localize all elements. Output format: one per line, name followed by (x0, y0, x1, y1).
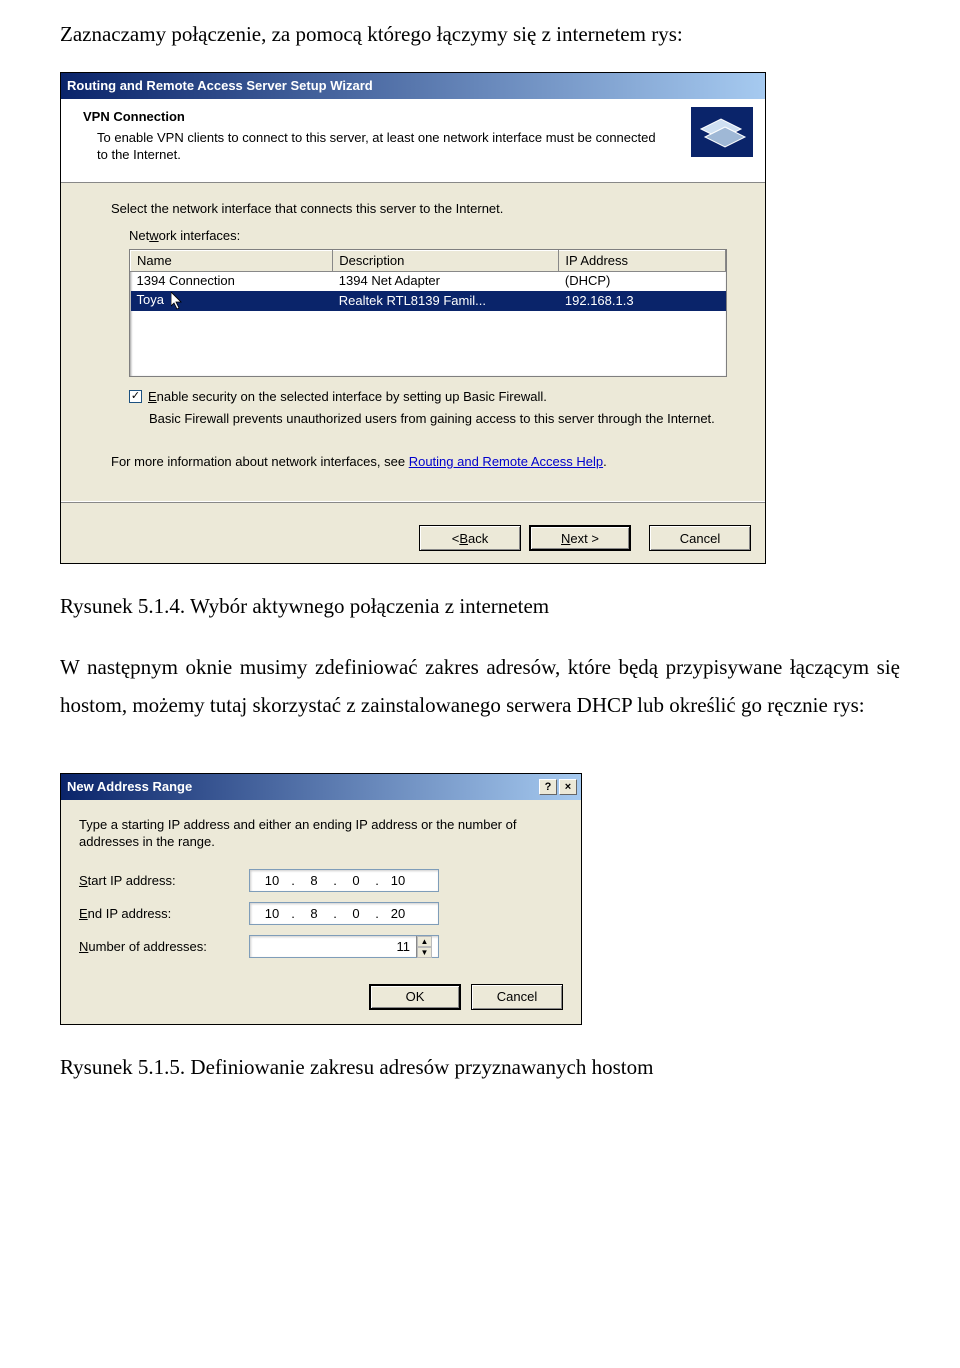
dialog-button-row: OK Cancel (79, 984, 563, 1010)
num-value: 11 (397, 939, 411, 954)
num-addresses-row: Number of addresses: 11 ▲ ▼ (79, 935, 563, 958)
s-accel: S (79, 873, 88, 888)
cb-accel: E (148, 389, 157, 404)
col-ip[interactable]: IP Address (559, 250, 726, 272)
more-info: For more information about network inter… (111, 454, 731, 471)
ip-octet[interactable]: 0 (338, 873, 374, 888)
b-post: ack (468, 531, 488, 546)
back-button[interactable]: < Back (419, 525, 521, 551)
wizard-title: Routing and Remote Access Server Setup W… (67, 78, 373, 93)
ip-octet[interactable]: 10 (254, 873, 290, 888)
wizard-window: Routing and Remote Access Server Setup W… (60, 72, 766, 564)
start-ip-row: Start IP address: 10. 8. 0. 10 (79, 869, 563, 892)
dialog-title: New Address Range (67, 779, 192, 794)
dialog-body: Type a starting IP address and either an… (61, 800, 581, 1024)
dialog-titlebar: New Address Range ? × (61, 774, 581, 800)
ip-octet[interactable]: 8 (296, 873, 332, 888)
ni-post: ork interfaces: (159, 228, 241, 243)
s-text: tart IP address: (88, 873, 176, 888)
e-accel: E (79, 906, 88, 921)
separator (61, 501, 765, 503)
wizard-titlebar: Routing and Remote Access Server Setup W… (61, 73, 765, 99)
table-row-selected[interactable]: Toya Realtek RTL8139 Famil... 192.168.1.… (131, 291, 726, 311)
cancel-button[interactable]: Cancel (471, 984, 563, 1010)
enable-firewall-checkbox[interactable]: ✓ (129, 390, 142, 403)
cell-desc: 1394 Net Adapter (333, 272, 559, 291)
basic-firewall-note: Basic Firewall prevents unauthorized use… (149, 411, 731, 428)
ip-octet[interactable]: 8 (296, 906, 332, 921)
ok-button[interactable]: OK (369, 984, 461, 1010)
ip-octet[interactable]: 10 (254, 906, 290, 921)
enable-firewall-label: Enable security on the selected interfac… (148, 389, 547, 406)
enable-firewall-checkbox-row: ✓ Enable security on the selected interf… (129, 389, 731, 406)
more-info-text: For more information about network inter… (111, 454, 409, 469)
cell-ip: (DHCP) (559, 272, 726, 291)
dialog-intro: Type a starting IP address and either an… (79, 816, 563, 851)
num-addresses-input[interactable]: 11 ▲ ▼ (249, 935, 439, 958)
figure-caption-1: Rysunek 5.1.4. Wybór aktywnego połączeni… (60, 594, 900, 619)
ip-octet[interactable]: 20 (380, 906, 416, 921)
n-accel: N (561, 531, 570, 546)
wizard-header-sub: To enable VPN clients to connect to this… (97, 130, 667, 164)
spinner-up-icon[interactable]: ▲ (417, 936, 432, 947)
figure-caption-2: Rysunek 5.1.5. Definiowanie zakresu adre… (60, 1055, 900, 1080)
wizard-header-title: VPN Connection (83, 109, 667, 124)
b-accel: B (459, 531, 468, 546)
select-prompt: Select the network interface that connec… (111, 201, 731, 218)
end-ip-row: End IP address: 10. 8. 0. 20 (79, 902, 563, 925)
e-text: nd IP address: (88, 906, 172, 921)
close-button[interactable]: × (559, 779, 577, 795)
network-interfaces-list[interactable]: Name Description IP Address 1394 Connect… (129, 249, 727, 377)
help-button[interactable]: ? (539, 779, 557, 795)
spinner-down-icon[interactable]: ▼ (417, 947, 432, 958)
n-text: umber of addresses: (88, 939, 207, 954)
cell-name: 1394 Connection (131, 272, 333, 291)
end-ip-label: End IP address: (79, 906, 249, 921)
spinner: ▲ ▼ (416, 936, 432, 957)
address-range-dialog: New Address Range ? × Type a starting IP… (60, 773, 582, 1025)
cell-text: Toya (137, 292, 164, 307)
num-addresses-label: Number of addresses: (79, 939, 249, 954)
cell-ip: 192.168.1.3 (559, 291, 726, 311)
table-row[interactable]: 1394 Connection 1394 Net Adapter (DHCP) (131, 272, 726, 291)
col-description[interactable]: Description (333, 250, 559, 272)
cell-desc: Realtek RTL8139 Famil... (333, 291, 559, 311)
ip-octet[interactable]: 0 (338, 906, 374, 921)
start-ip-input[interactable]: 10. 8. 0. 10 (249, 869, 439, 892)
start-ip-label: Start IP address: (79, 873, 249, 888)
wizard-header-panel: VPN Connection To enable VPN clients to … (61, 99, 765, 183)
b-pre: < (452, 531, 460, 546)
network-interfaces-label: Network interfaces: (129, 228, 731, 245)
n-accel: N (79, 939, 88, 954)
ni-pre: Net (129, 228, 149, 243)
help-link[interactable]: Routing and Remote Access Help (409, 454, 603, 469)
cell-name: Toya (131, 291, 333, 311)
server-icon (679, 99, 765, 183)
end-ip-input[interactable]: 10. 8. 0. 20 (249, 902, 439, 925)
cancel-button[interactable]: Cancel (649, 525, 751, 551)
cursor-icon (171, 292, 183, 310)
para-intro-2: W następnym oknie musimy zdefiniować zak… (60, 649, 900, 725)
n-post: ext > (570, 531, 599, 546)
wizard-body: Select the network interface that connec… (61, 183, 765, 487)
next-button[interactable]: Next > (529, 525, 631, 551)
wizard-button-row: < Back Next > Cancel (61, 517, 765, 563)
col-name[interactable]: Name (131, 250, 333, 272)
ip-octet[interactable]: 10 (380, 873, 416, 888)
ni-accel: w (149, 228, 158, 243)
cb-text: nable security on the selected interface… (157, 389, 547, 404)
para-intro-1: Zaznaczamy połączenie, za pomocą którego… (60, 16, 900, 54)
